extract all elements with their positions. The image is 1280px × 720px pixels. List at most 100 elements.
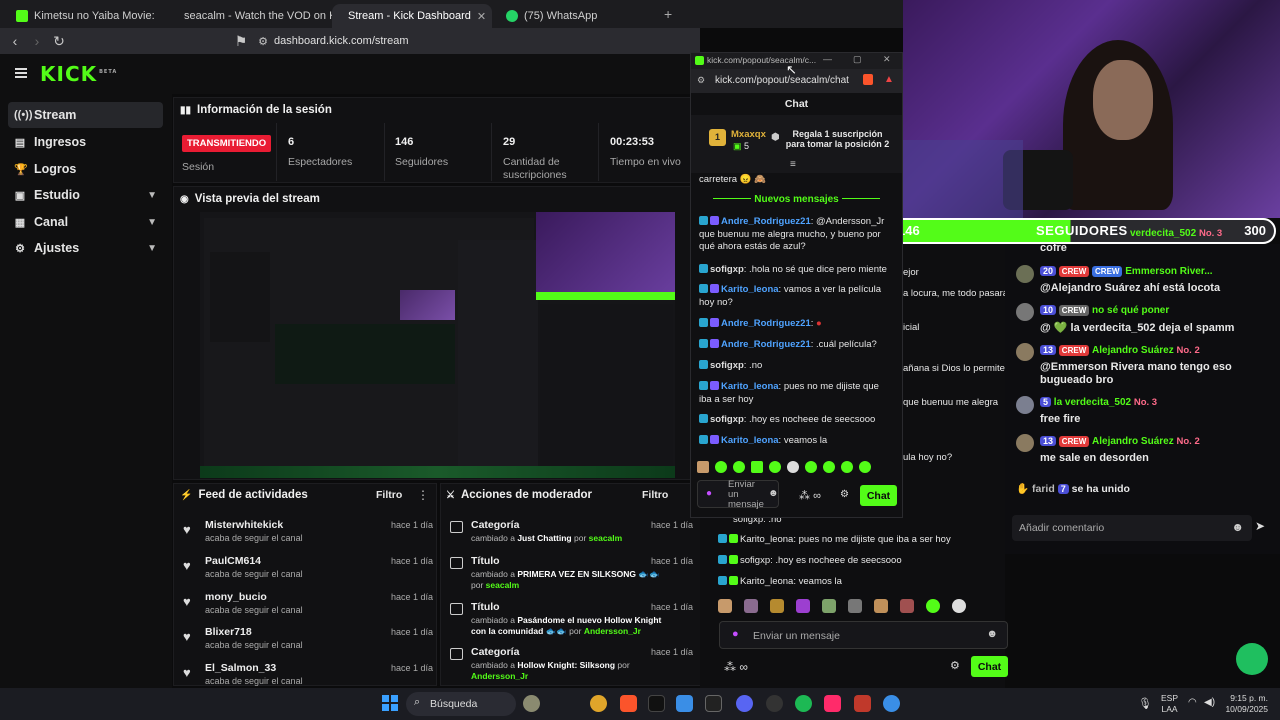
clock[interactable]: 9:15 p. m. 10/09/2025 <box>1222 693 1268 715</box>
epic-games-icon[interactable] <box>705 695 722 712</box>
emote-icon[interactable] <box>751 461 763 473</box>
popout-emote-bar[interactable] <box>697 461 897 475</box>
tiktok-icon[interactable] <box>648 695 665 712</box>
url-text[interactable]: dashboard.kick.com/stream <box>274 35 409 47</box>
site-info-icon[interactable]: ⚙ <box>697 75 705 86</box>
emote-icon[interactable] <box>715 461 727 473</box>
sidebar-item-stream[interactable]: ((•)) Stream <box>8 102 163 128</box>
sidebar-item-estudio[interactable]: ▣ Estudio ▼ <box>8 182 163 208</box>
windows-start-icon[interactable] <box>382 695 398 711</box>
browser-tab[interactable]: Kimetsu no Yaiba Movie: Mugen Res <box>6 4 166 28</box>
microphone-tray-icon[interactable]: 🎙 <box>1138 697 1152 710</box>
emoji-icon[interactable]: ☻ <box>768 488 779 499</box>
moderator-item-sub: cambiado a Pasándome el nuevo Hollow Kni… <box>471 615 662 636</box>
brave-browser-icon[interactable] <box>620 695 637 712</box>
spotify-icon[interactable] <box>795 695 812 712</box>
dashboard-chat-input[interactable]: ● Enviar un mensaje ☻ <box>719 621 1008 649</box>
sidebar-item-ingresos[interactable]: ▤ Ingresos <box>8 129 163 155</box>
forward-icon[interactable]: › <box>26 33 48 49</box>
popout-chat-window: kick.com/popout/seacalm/c... — ▢ ✕ ⚙ kic… <box>690 52 903 518</box>
close-icon[interactable]: ✕ <box>883 54 891 65</box>
stat-viewers-label: Espectadores <box>288 156 353 168</box>
collapse-icon[interactable]: ≡ <box>790 159 796 170</box>
emote-icon[interactable] <box>823 461 835 473</box>
emote-icon[interactable] <box>848 599 862 613</box>
send-icon[interactable]: ➤ <box>1255 519 1265 533</box>
emote-icon[interactable] <box>733 461 745 473</box>
stream-preview-video[interactable] <box>200 212 675 478</box>
emote-icon[interactable] <box>900 599 914 613</box>
overlay-chat-join: ✋ farid 7 se ha unido <box>1016 483 1130 495</box>
menu-icon[interactable] <box>15 68 27 78</box>
comment-input[interactable]: Añadir comentario ☻ <box>1012 515 1252 541</box>
feed-filter-button[interactable]: Filtro <box>376 489 402 501</box>
emote-icon[interactable] <box>874 599 888 613</box>
tiktok-studio-icon[interactable] <box>824 695 841 712</box>
heart-icon: ♥ <box>183 629 191 644</box>
preview-bottom-strip <box>200 466 675 478</box>
popout-chat-send-button[interactable]: Chat <box>860 485 897 506</box>
file-explorer-icon[interactable] <box>676 695 693 712</box>
emote-icon[interactable] <box>859 461 871 473</box>
popout-settings-icon[interactable]: ⚙ <box>840 489 849 500</box>
feed-more-icon[interactable]: ⋮ <box>417 488 429 502</box>
app-icon[interactable] <box>854 695 871 712</box>
sidebar-item-canal[interactable]: ▦ Canal ▼ <box>8 209 163 235</box>
emoji-icon[interactable]: ☻ <box>1231 520 1244 534</box>
dashboard-chat-settings-icon[interactable]: ⚙ <box>950 659 960 672</box>
back-icon[interactable]: ‹ <box>4 33 26 49</box>
popout-chat-tools[interactable]: ⁂ ∞ <box>799 489 821 502</box>
emote-icon[interactable] <box>770 599 784 613</box>
volume-icon[interactable]: ◀) <box>1204 697 1215 708</box>
emote-icon[interactable] <box>787 461 799 473</box>
brave-shield-icon[interactable] <box>863 74 873 85</box>
edge-icon[interactable] <box>883 695 900 712</box>
income-icon: ▤ <box>14 136 26 149</box>
chat-line-partial: añana si Dios lo permite <box>903 363 1005 374</box>
chat-line: Karito_leona: pues no me dijiste que iba… <box>718 534 951 545</box>
bookmark-icon[interactable]: ⚑ <box>230 33 252 50</box>
rewards-icon[interactable]: ▲ <box>884 74 894 85</box>
emote-icon[interactable] <box>952 599 966 613</box>
kick-logo[interactable]: KICK BETA <box>40 62 117 86</box>
emote-icon[interactable] <box>805 461 817 473</box>
language-indicator[interactable]: ESP LAA <box>1161 693 1178 715</box>
emote-icon[interactable] <box>841 461 853 473</box>
minimize-icon[interactable]: — <box>823 54 832 64</box>
popout-chat-input[interactable]: ● Enviar un mensaje ☻ <box>697 480 779 510</box>
popout-url[interactable]: kick.com/popout/seacalm/chat <box>715 75 849 86</box>
discord-icon[interactable] <box>736 695 753 712</box>
emote-icon[interactable] <box>697 461 709 473</box>
moderator-filter-button[interactable]: Filtro <box>642 489 668 501</box>
reload-icon[interactable]: ↻ <box>48 33 70 50</box>
emote-bar[interactable] <box>718 599 1008 617</box>
wifi-icon[interactable]: ◠ <box>1188 697 1197 708</box>
support-bubble-icon[interactable] <box>1236 643 1268 675</box>
steam-icon[interactable] <box>766 695 783 712</box>
coin-app-icon[interactable] <box>590 695 607 712</box>
close-tab-icon[interactable]: ✕ <box>477 10 486 23</box>
sidebar-item-ajustes[interactable]: ⚙ Ajustes ▼ <box>8 235 163 261</box>
browser-tab[interactable]: seacalm - Watch the VOD on Kick <box>168 4 350 28</box>
taskbar-search[interactable]: ⌕ Búsqueda <box>406 692 516 716</box>
maximize-icon[interactable]: ▢ <box>853 54 862 65</box>
emote-icon[interactable] <box>796 599 810 613</box>
emote-icon[interactable] <box>769 461 781 473</box>
emote-icon[interactable] <box>744 599 758 613</box>
sidebar-item-logros[interactable]: 🏆 Logros <box>8 156 163 182</box>
site-info-icon[interactable]: ⚙ <box>252 35 274 48</box>
emote-icon[interactable] <box>822 599 836 613</box>
followers-goal: 300 <box>1244 223 1266 238</box>
emote-icon[interactable] <box>718 599 732 613</box>
emote-icon[interactable] <box>926 599 940 613</box>
browser-tab[interactable]: (75) WhatsApp <box>496 4 656 28</box>
dashboard-chat-tools[interactable]: ⁂ ∞ <box>724 660 748 674</box>
overlay-chat-header: 20 CREW CREW Emmerson River... <box>1040 266 1213 277</box>
new-tab-icon[interactable]: + <box>664 6 672 22</box>
emoji-icon[interactable]: ☻ <box>986 628 998 640</box>
browser-tab-active[interactable]: Stream - Kick Dashboard ✕ <box>332 4 492 28</box>
widget-icon[interactable] <box>523 695 540 712</box>
moderator-item-sub: cambiado a Just Chatting por seacalm <box>471 533 623 543</box>
dashboard-chat-send-button[interactable]: Chat <box>971 656 1008 677</box>
preview-nested-thumb <box>275 324 455 384</box>
